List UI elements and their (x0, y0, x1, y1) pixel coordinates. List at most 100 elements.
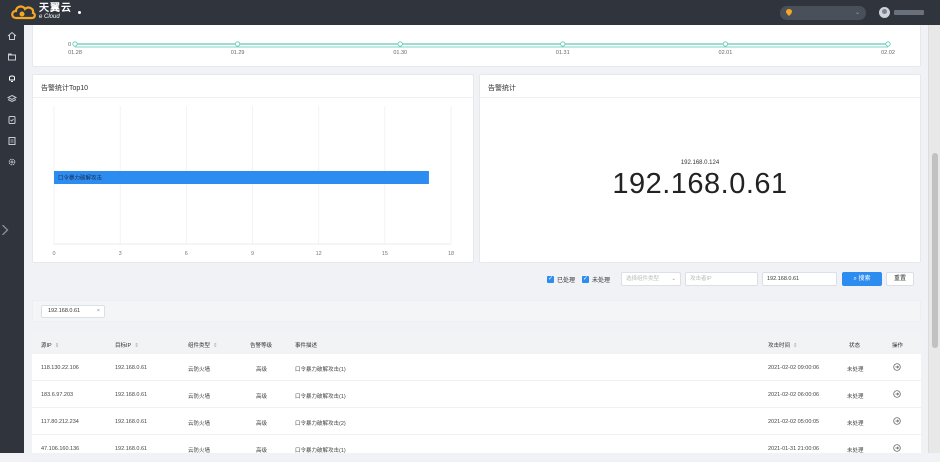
checkmark-icon: ✓ (547, 276, 554, 283)
cloud-logo-icon (11, 5, 36, 20)
trend-date-tick: 01.29 (231, 50, 245, 56)
arrow-right-circle-icon[interactable] (893, 417, 901, 425)
col-time[interactable]: 攻击时间 ⇕ (768, 341, 798, 349)
cell-dst: 192.168.0.61 (115, 446, 148, 452)
reset-button[interactable]: 重置 (886, 272, 914, 286)
search-icon: ⌕ (853, 276, 857, 282)
cell-desc: 口令暴力破解攻击(1) (295, 394, 346, 400)
alarm-top10-card: 告警统计Top10 0 3 6 9 12 15 18 口令暴力破解攻击 (32, 74, 474, 263)
bar-x-tick: 3 (119, 251, 122, 257)
arrow-right-circle-icon[interactable] (893, 390, 901, 398)
logo-title: 天翼云 (39, 3, 72, 14)
unprocessed-checkbox[interactable]: ✓ 未处理 (582, 275, 610, 284)
bar-x-tick: 18 (448, 251, 454, 257)
processed-checkbox[interactable]: ✓ 已处理 (547, 275, 575, 284)
trend-y-tick: 0 (68, 42, 71, 48)
logo-subtitle: e Cloud (39, 14, 60, 20)
attacker-ip-input[interactable]: 攻击者IP (685, 272, 758, 286)
target-ip-input[interactable]: 192.168.0.61 (762, 272, 837, 286)
bar-x-tick: 6 (185, 251, 188, 257)
cell-time: 2021-01-31 21:00:06 (768, 446, 820, 452)
trend-date-tick: 01.31 (556, 50, 570, 56)
table-row[interactable]: 47.106.160.136 192.168.0.61 云防火墙 高级 口令暴力破解攻击… (32, 435, 921, 462)
checkmark-icon: ✓ (582, 276, 589, 283)
table-header: 源IP ⇕ 目标IP ⇕ 组件类型 ⇕ 告警等级 事件描述 攻击时间 ⇕ 状态 操作 (32, 334, 921, 354)
bar-x-tick: 15 (382, 251, 388, 257)
top-bar: 天翼云 e Cloud ⌄ (0, 0, 940, 25)
bar-x-tick: 9 (251, 251, 254, 257)
bar-x-tick: 0 (52, 251, 55, 257)
alarm-top10-title: 告警统计Top10 (41, 85, 89, 92)
col-component[interactable]: 组件类型 ⇕ (188, 341, 218, 349)
active-filter-bar: 192.168.0.61 × (32, 300, 921, 322)
table-row[interactable]: 118.130.22.106 192.168.0.61 云防火墙 高级 口令暴力破解攻击… (32, 354, 921, 381)
cell-src: 117.80.212.234 (41, 419, 79, 425)
trend-point (885, 41, 891, 47)
trend-chart-card: 0 01.28 01.29 01.30 01.31 02.01 02.02 (32, 25, 921, 67)
trend-point (235, 41, 241, 47)
cell-component: 云防火墙 (188, 421, 211, 427)
report-icon[interactable] (7, 136, 17, 146)
separator-dot (78, 11, 81, 14)
bar[interactable] (54, 171, 429, 184)
cell-level: 高级 (256, 421, 268, 427)
processed-label: 已处理 (557, 278, 576, 284)
col-description: 事件描述 (295, 343, 318, 349)
table-row[interactable]: 183.6.97.203 192.168.0.61 云防火墙 高级 口令暴力破解攻击(1… (32, 381, 921, 408)
cell-src: 183.6.97.203 (41, 392, 74, 398)
cell-src: 118.130.22.106 (41, 365, 79, 371)
search-button[interactable]: ⌕ 搜索 (842, 272, 882, 286)
bell-icon[interactable] (7, 73, 17, 83)
chevron-down-icon: ⌄ (671, 276, 676, 282)
logo[interactable]: 天翼云 e Cloud (10, 3, 72, 21)
trend-date-tick: 02.02 (881, 50, 895, 56)
col-action: 操作 (892, 343, 904, 349)
col-level: 告警等级 (250, 343, 273, 349)
table-row[interactable]: 117.80.212.234 192.168.0.61 云防火墙 高级 口令暴力破解攻击… (32, 408, 921, 435)
trend-point (397, 41, 403, 47)
cell-level: 高级 (256, 367, 268, 373)
alarm-table: 源IP ⇕ 目标IP ⇕ 组件类型 ⇕ 告警等级 事件描述 攻击时间 ⇕ 状态 操作 1… (32, 334, 921, 462)
cell-src: 47.106.160.136 (41, 446, 80, 452)
cell-time: 2021-02-02 09:00:06 (768, 365, 820, 371)
bar-category-label: 口令暴力破解攻击 (58, 174, 103, 182)
folder-icon[interactable] (7, 52, 17, 62)
layers-icon[interactable] (6, 94, 18, 104)
cell-dst: 192.168.0.61 (115, 419, 148, 425)
page-scrollbar[interactable] (928, 25, 940, 453)
arrow-right-circle-icon[interactable] (893, 363, 901, 371)
trend-date-tick: 01.28 (68, 50, 82, 56)
username-redacted[interactable] (894, 10, 924, 15)
arrow-right-circle-icon[interactable] (893, 444, 901, 452)
col-dst-ip[interactable]: 目标IP ⇕ (115, 341, 139, 349)
component-type-select[interactable]: 选择组件类型 ⌄ (621, 272, 681, 286)
close-icon[interactable]: × (97, 306, 100, 317)
filter-tag[interactable]: 192.168.0.61 × (41, 305, 105, 318)
col-src-ip[interactable]: 源IP ⇕ (41, 341, 59, 349)
collapse-handle[interactable] (0, 224, 9, 236)
cell-status: 未处理 (847, 394, 864, 400)
location-pin-icon (786, 9, 792, 16)
alarm-top10-bar-chart: 0 3 6 9 12 15 18 口令暴力破解攻击 (52, 106, 454, 257)
scrollbar-thumb[interactable] (932, 153, 938, 348)
alarm-stat-card: 告警统计 192.168.0.124 192.168.0.61 (479, 74, 921, 263)
trend-point (722, 41, 729, 47)
cell-desc: 口令暴力破解攻击(2) (295, 421, 346, 427)
trend-point (560, 41, 566, 47)
region-selector[interactable]: ⌄ (780, 6, 866, 20)
shield-icon[interactable] (7, 115, 17, 125)
unprocessed-label: 未处理 (592, 278, 611, 284)
trend-date-tick: 01.30 (393, 50, 407, 56)
cell-dst: 192.168.0.61 (115, 392, 148, 398)
bar-x-tick: 12 (316, 251, 322, 257)
gear-icon[interactable] (7, 157, 17, 167)
alarm-stat-title: 告警统计 (488, 85, 516, 92)
cell-time: 2021-02-02 06:00:06 (768, 392, 820, 398)
col-status: 状态 (849, 343, 861, 349)
trend-line-chart: 0 01.28 01.29 01.30 01.31 02.01 02.02 (68, 41, 895, 56)
avatar[interactable] (879, 7, 890, 18)
cell-level: 高级 (256, 394, 268, 400)
home-icon[interactable] (7, 31, 17, 41)
chevron-down-icon: ⌄ (854, 10, 860, 16)
trend-date-tick: 02.01 (719, 50, 733, 56)
